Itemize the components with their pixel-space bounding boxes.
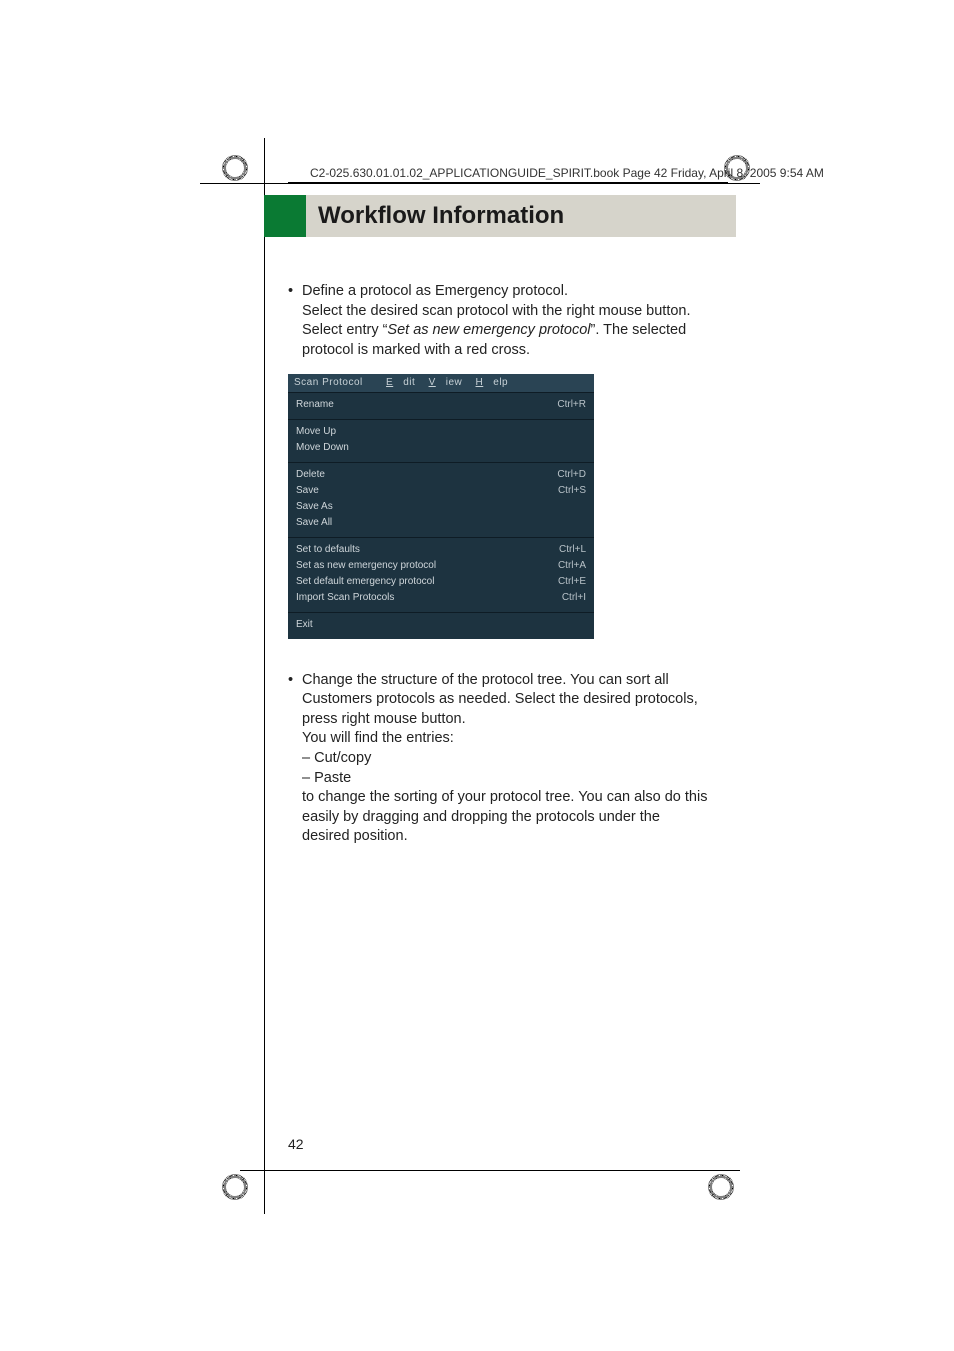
- registration-starburst: [708, 1174, 734, 1200]
- menu-view: View: [429, 377, 463, 388]
- menu-help: Help: [476, 377, 509, 388]
- bullet-dot: •: [288, 282, 302, 360]
- bullet1-line1: Define a protocol as Emergency protocol.: [302, 283, 568, 299]
- bullet2-p3: to change the sorting of your protocol t…: [302, 789, 707, 844]
- bullet1-emphasis: Set as new emergency protocol: [387, 322, 590, 338]
- bullet2-p2: You will find the entries:: [302, 730, 454, 746]
- registration-crosshair: [666, 1168, 706, 1208]
- registration-crosshair: [720, 1110, 760, 1150]
- menu-item-setnewemergency: Set as new emergency protocolCtrl+A: [296, 558, 586, 574]
- menu-scanprotocol: Scan Protocol: [294, 377, 373, 388]
- menu-item-settodefaults: Set to defaultsCtrl+L: [296, 542, 586, 558]
- menu-item-movedown: Move Down: [296, 440, 586, 456]
- menu-group: Set to defaultsCtrl+L Set as new emergen…: [288, 538, 594, 612]
- book-header-line: C2-025.630.01.01.02_APPLICATIONGUIDE_SPI…: [310, 166, 824, 180]
- registration-starburst: [222, 155, 248, 181]
- menu-item-saveall: Save All: [296, 515, 586, 531]
- registration-crosshair: [718, 640, 758, 680]
- menu-group: DeleteCtrl+D SaveCtrl+S Save As Save All: [288, 463, 594, 537]
- menu-item-rename: RenameCtrl+R: [296, 397, 586, 413]
- registration-crosshair: [460, 1168, 500, 1208]
- menu-item-saveas: Save As: [296, 499, 586, 515]
- menu-item-exit: Exit: [296, 617, 586, 633]
- registration-crosshair: [198, 1110, 238, 1150]
- bullet-item: • Define a protocol as Emergency protoco…: [288, 282, 708, 360]
- bullet2-dash2: – Paste: [302, 770, 351, 786]
- registration-crosshair: [258, 1168, 298, 1208]
- menu-group: Move Up Move Down: [288, 420, 594, 462]
- menu-group: RenameCtrl+R: [288, 393, 594, 419]
- bullet2-p1: Change the structure of the protocol tre…: [302, 672, 698, 727]
- page-body: • Define a protocol as Emergency protoco…: [288, 278, 708, 847]
- menu-edit: Edit: [386, 377, 415, 388]
- registration-starburst: [222, 1174, 248, 1200]
- chapter-heading-bar: Workflow Information: [264, 195, 736, 237]
- menu-item-delete: DeleteCtrl+D: [296, 467, 586, 483]
- menu-item-moveup: Move Up: [296, 424, 586, 440]
- menu-item-setdefaultemergency: Set default emergency protocolCtrl+E: [296, 574, 586, 590]
- bullet-dot: •: [288, 671, 302, 847]
- bullet2-dash1: – Cut/copy: [302, 750, 371, 766]
- page-number: 42: [288, 1136, 304, 1152]
- bullet-item: • Change the structure of the protocol t…: [288, 671, 708, 847]
- crop-rule-left: [264, 138, 265, 1214]
- menu-item-save: SaveCtrl+S: [296, 483, 586, 499]
- chapter-title: Workflow Information: [318, 202, 564, 230]
- registration-crosshair: [198, 640, 238, 680]
- chapter-color-tab: [264, 195, 306, 237]
- book-header-underline: [288, 182, 728, 183]
- menu-item-importscan: Import Scan ProtocolsCtrl+I: [296, 590, 586, 606]
- menu-group: Exit: [288, 613, 594, 639]
- edit-menu-screenshot: Scan Protocol Edit View Help RenameCtrl+…: [288, 374, 594, 639]
- menu-bar: Scan Protocol Edit View Help: [288, 374, 594, 392]
- registration-crosshair: [256, 146, 296, 186]
